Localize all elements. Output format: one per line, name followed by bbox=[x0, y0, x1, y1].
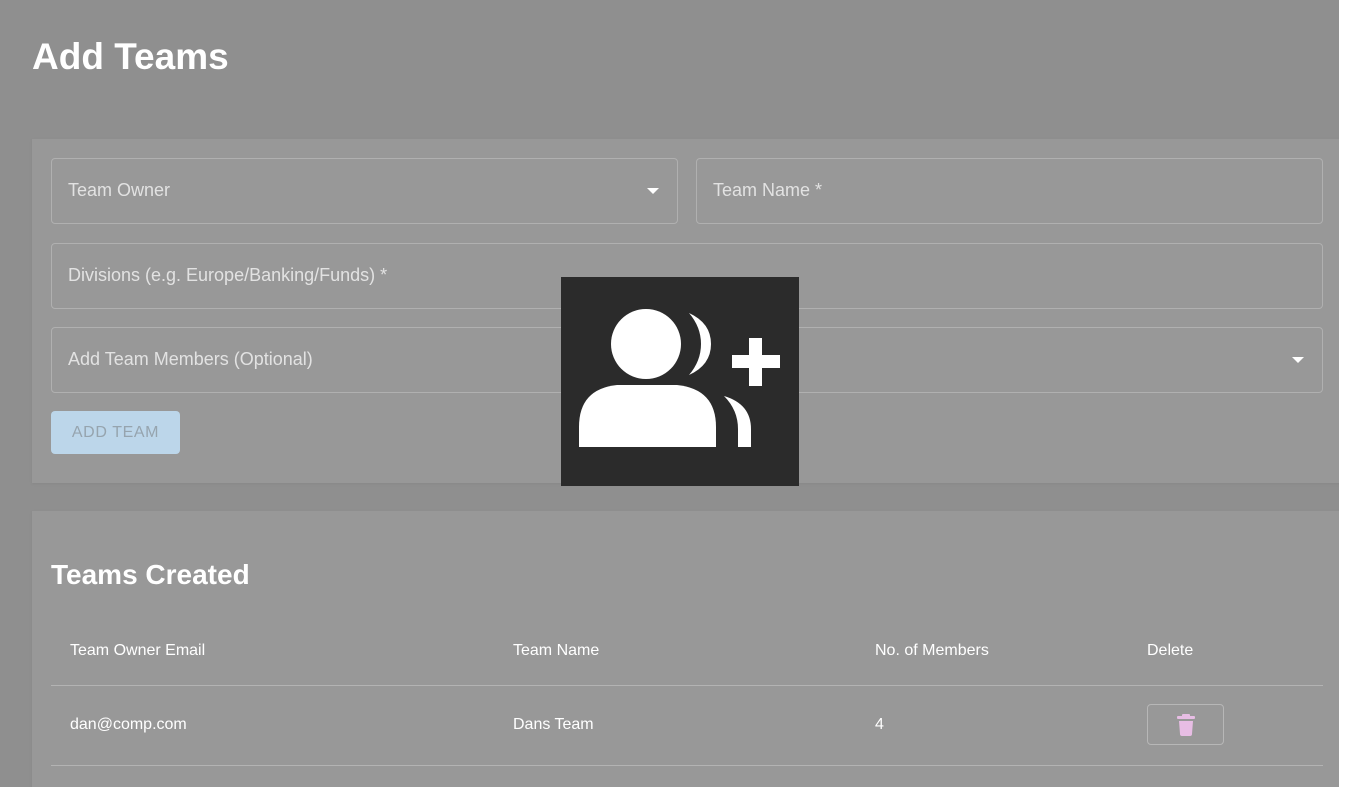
add-team-button[interactable]: ADD TEAM bbox=[51, 411, 180, 454]
group-add-icon bbox=[561, 277, 799, 486]
group-add-icon-graphic bbox=[579, 309, 780, 447]
team-name-input[interactable]: Team Name * bbox=[696, 158, 1323, 224]
page-title: Add Teams bbox=[32, 36, 229, 77]
table-divider bbox=[51, 685, 1323, 686]
chevron-down-icon bbox=[1292, 357, 1304, 363]
team-owner-label: Team Owner bbox=[68, 180, 171, 200]
column-header-members: No. of Members bbox=[875, 642, 989, 659]
team-name-label: Team Name * bbox=[713, 180, 823, 200]
table-divider bbox=[51, 765, 1323, 766]
cell-owner-email: dan@comp.com bbox=[70, 716, 187, 733]
column-header-delete: Delete bbox=[1147, 642, 1194, 659]
cell-member-count: 4 bbox=[875, 716, 884, 733]
chevron-down-icon bbox=[647, 188, 659, 194]
team-members-label: Add Team Members (Optional) bbox=[68, 349, 313, 369]
trash-icon bbox=[1177, 714, 1195, 736]
column-header-team-name: Team Name bbox=[513, 642, 600, 659]
app-root: Add Teams Team Owner Team Name * Divisio… bbox=[0, 0, 1339, 787]
delete-team-button[interactable] bbox=[1147, 704, 1224, 745]
teams-created-title: Teams Created bbox=[51, 559, 250, 590]
column-header-email: Team Owner Email bbox=[70, 642, 206, 659]
cell-team-name: Dans Team bbox=[513, 716, 594, 733]
divisions-label: Divisions (e.g. Europe/Banking/Funds) * bbox=[68, 265, 388, 285]
teams-created-card: Teams Created Team Owner Email Team Name… bbox=[32, 511, 1339, 787]
team-owner-select[interactable]: Team Owner bbox=[51, 158, 678, 224]
